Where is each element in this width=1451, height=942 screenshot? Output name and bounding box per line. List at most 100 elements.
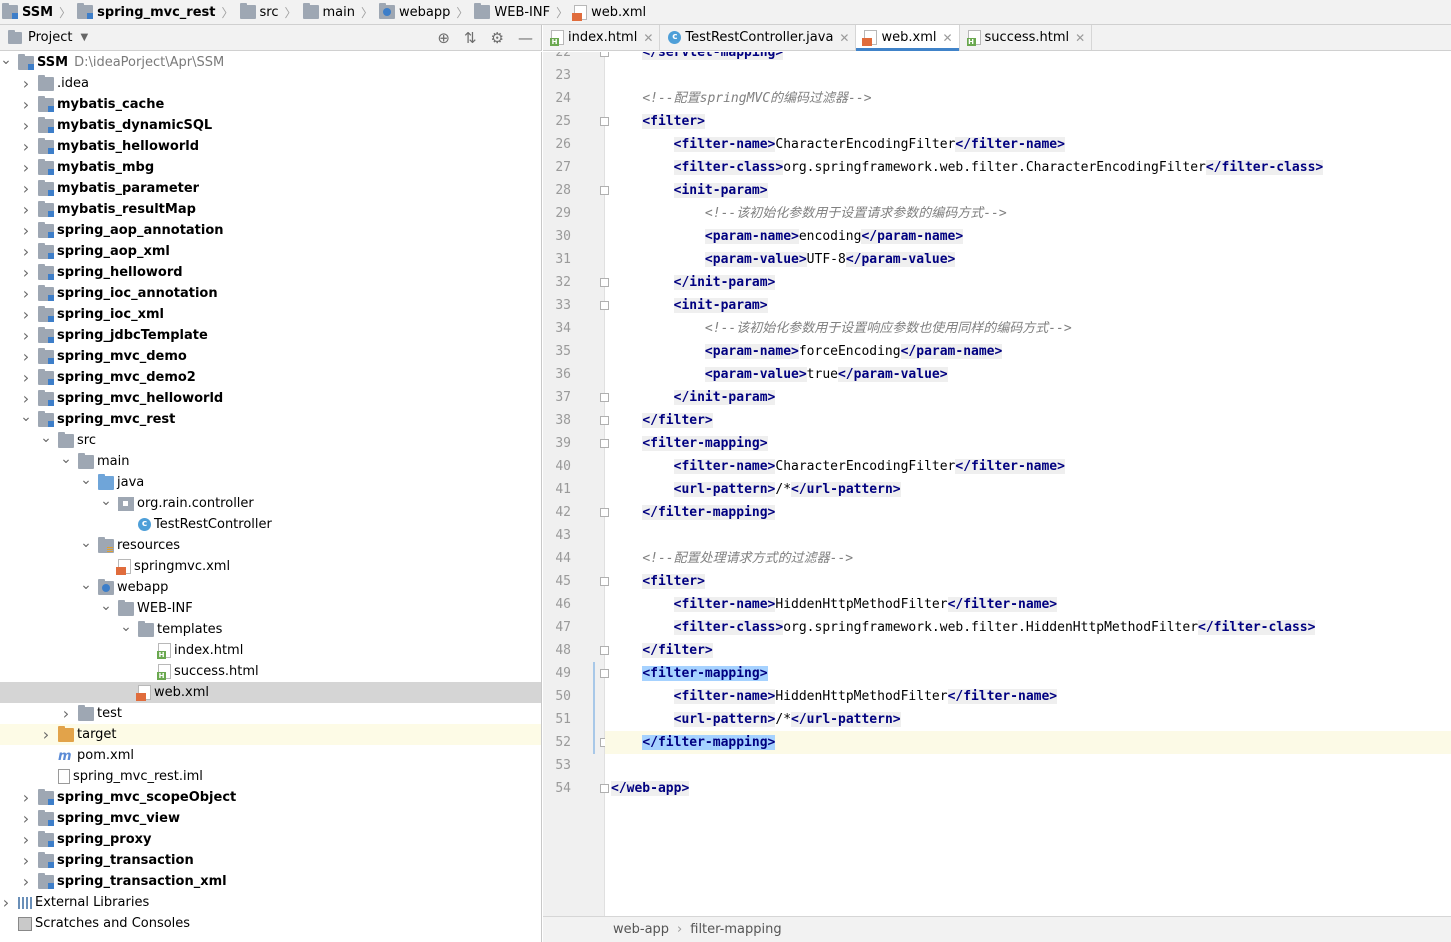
chevron-right-icon[interactable]: › — [20, 115, 32, 136]
breadcrumb-item[interactable]: WEB-INF — [472, 0, 552, 24]
gear-icon[interactable]: ⚙ — [491, 25, 504, 51]
chevron-down-icon[interactable]: ⌄ — [80, 532, 92, 553]
tree-item[interactable]: › spring_aop_annotation — [0, 220, 541, 241]
chevron-right-icon[interactable]: › — [60, 703, 72, 724]
tab-success-html[interactable]: success.html ✕ — [960, 25, 1093, 50]
tree-item[interactable]: › .idea — [0, 73, 541, 94]
tree-item[interactable]: › spring_transaction_xml — [0, 871, 541, 892]
chevron-right-icon[interactable]: › — [0, 892, 12, 913]
tree-item[interactable]: › mybatis_cache — [0, 94, 541, 115]
breadcrumb-item[interactable]: spring_mvc_rest — [75, 0, 217, 24]
close-icon[interactable]: ✕ — [942, 31, 952, 45]
chevron-down-icon[interactable]: ⌄ — [60, 448, 72, 469]
chevron-down-icon[interactable]: ⌄ — [100, 595, 112, 616]
tree-item[interactable]: › spring_helloword — [0, 262, 541, 283]
chevron-right-icon[interactable]: › — [20, 178, 32, 199]
tree-item[interactable]: m pom.xml — [0, 745, 541, 766]
tree-item[interactable]: › mybatis_mbg — [0, 157, 541, 178]
breadcrumb-label: main — [322, 4, 355, 20]
xml-tag: <param-name> — [704, 229, 799, 244]
chevron-right-icon[interactable]: › — [20, 367, 32, 388]
xml-tag: <filter-name> — [673, 459, 776, 474]
tree-item[interactable]: › mybatis_parameter — [0, 178, 541, 199]
status-crumb-filter-mapping[interactable]: filter-mapping — [690, 922, 781, 937]
code-editor[interactable]: 22 23 24 25 26 27 28 29 30 31 32 33 34 35 36 37 38 39 40 41… — [543, 52, 1451, 916]
locate-icon[interactable]: ⊕ — [437, 25, 450, 51]
tree-item[interactable]: ⌄ webapp — [0, 577, 541, 598]
tree-item[interactable]: web.xml — [0, 682, 541, 703]
tree-item[interactable]: ⌄ src — [0, 430, 541, 451]
chevron-right-icon[interactable]: › — [20, 850, 32, 871]
chevron-right-icon[interactable]: › — [20, 283, 32, 304]
tree-item[interactable]: › spring_mvc_demo — [0, 346, 541, 367]
chevron-right-icon[interactable]: › — [20, 262, 32, 283]
tree-item[interactable]: › External Libraries — [0, 892, 541, 913]
breadcrumb-item[interactable]: web.xml — [572, 0, 648, 24]
tab-web-xml[interactable]: web.xml ✕ — [856, 25, 960, 51]
tree-item[interactable]: Scratches and Consoles — [0, 913, 541, 934]
line-number: 35 — [555, 344, 571, 359]
chevron-right-icon[interactable]: › — [20, 808, 32, 829]
tree-item[interactable]: › spring_transaction — [0, 850, 541, 871]
tree-item[interactable]: › spring_ioc_xml — [0, 304, 541, 325]
hide-icon[interactable]: — — [518, 25, 533, 51]
tree-item[interactable]: › spring_mvc_helloworld — [0, 388, 541, 409]
tree-item[interactable]: › mybatis_resultMap — [0, 199, 541, 220]
chevron-right-icon[interactable]: › — [20, 871, 32, 892]
tree-item[interactable]: ⌄ templates — [0, 619, 541, 640]
chevron-right-icon[interactable]: › — [20, 157, 32, 178]
project-view-label: Project — [28, 30, 73, 45]
chevron-right-icon[interactable]: › — [40, 724, 52, 745]
tab-index-html[interactable]: index.html ✕ — [543, 25, 661, 50]
status-crumb-web-app[interactable]: web-app — [613, 922, 669, 937]
chevron-right-icon[interactable]: › — [20, 199, 32, 220]
chevron-right-icon[interactable]: › — [20, 325, 32, 346]
chevron-right-icon[interactable]: › — [20, 94, 32, 115]
chevron-down-icon[interactable]: ⌄ — [80, 574, 92, 595]
tree-item[interactable]: ⌄ WEB-INF — [0, 598, 541, 619]
close-icon[interactable]: ✕ — [839, 31, 849, 45]
close-icon[interactable]: ✕ — [1075, 31, 1085, 45]
chevron-right-icon[interactable]: › — [20, 787, 32, 808]
breadcrumb-item[interactable]: src — [238, 0, 281, 24]
tree-item[interactable]: › spring_mvc_scopeObject — [0, 787, 541, 808]
chevron-down-icon[interactable]: ⌄ — [100, 490, 112, 511]
tree-item[interactable]: › spring_proxy — [0, 829, 541, 850]
chevron-right-icon[interactable]: › — [20, 220, 32, 241]
breadcrumb-item[interactable]: webapp — [377, 0, 452, 24]
chevron-right-icon[interactable]: › — [20, 73, 32, 94]
tree-item[interactable]: index.html — [0, 640, 541, 661]
tree-item[interactable]: › mybatis_dynamicSQL — [0, 115, 541, 136]
chevron-right-icon[interactable]: › — [20, 304, 32, 325]
chevron-right-icon[interactable]: › — [20, 829, 32, 850]
close-icon[interactable]: ✕ — [643, 31, 653, 45]
chevron-right-icon[interactable]: › — [20, 241, 32, 262]
chevron-down-icon[interactable]: ⌄ — [40, 427, 52, 448]
chevron-right-icon[interactable]: › — [20, 346, 32, 367]
breadcrumb-item[interactable]: SSM — [0, 0, 55, 24]
tree-item[interactable]: › spring_mvc_view — [0, 808, 541, 829]
tree-item[interactable]: › target — [0, 724, 541, 745]
chevron-down-icon[interactable]: ⌄ — [120, 616, 132, 637]
tree-item[interactable]: ⌄ spring_mvc_rest — [0, 409, 541, 430]
tree-item[interactable]: spring_mvc_rest.iml — [0, 766, 541, 787]
tree-item[interactable]: › spring_jdbcTemplate — [0, 325, 541, 346]
tree-item[interactable]: ⌄ SSM D:\ideaPorject\Apr\SSM — [0, 52, 541, 73]
chevron-down-icon[interactable]: ⌄ — [80, 469, 92, 490]
tree-item[interactable]: › spring_ioc_annotation — [0, 283, 541, 304]
tab-testrestcontroller-java[interactable]: c TestRestController.java ✕ — [660, 25, 857, 50]
project-view-selector[interactable]: Project ▼ — [8, 29, 88, 45]
tree-item[interactable]: ⌄ org.rain.controller — [0, 493, 541, 514]
collapse-icon[interactable]: ⇅ — [464, 25, 477, 51]
tree-item[interactable]: ⌄ resources — [0, 535, 541, 556]
chevron-right-icon[interactable]: › — [20, 136, 32, 157]
tree-item[interactable]: › mybatis_helloworld — [0, 136, 541, 157]
tree-item[interactable]: › spring_aop_xml — [0, 241, 541, 262]
tree-item[interactable]: success.html — [0, 661, 541, 682]
tree-item[interactable]: ⌄ java — [0, 472, 541, 493]
chevron-down-icon[interactable]: ⌄ — [20, 406, 32, 427]
chevron-down-icon[interactable]: ⌄ — [0, 52, 12, 70]
breadcrumb-item[interactable]: main — [301, 0, 357, 24]
tree-item[interactable]: › test — [0, 703, 541, 724]
tree-item[interactable]: › spring_mvc_demo2 — [0, 367, 541, 388]
